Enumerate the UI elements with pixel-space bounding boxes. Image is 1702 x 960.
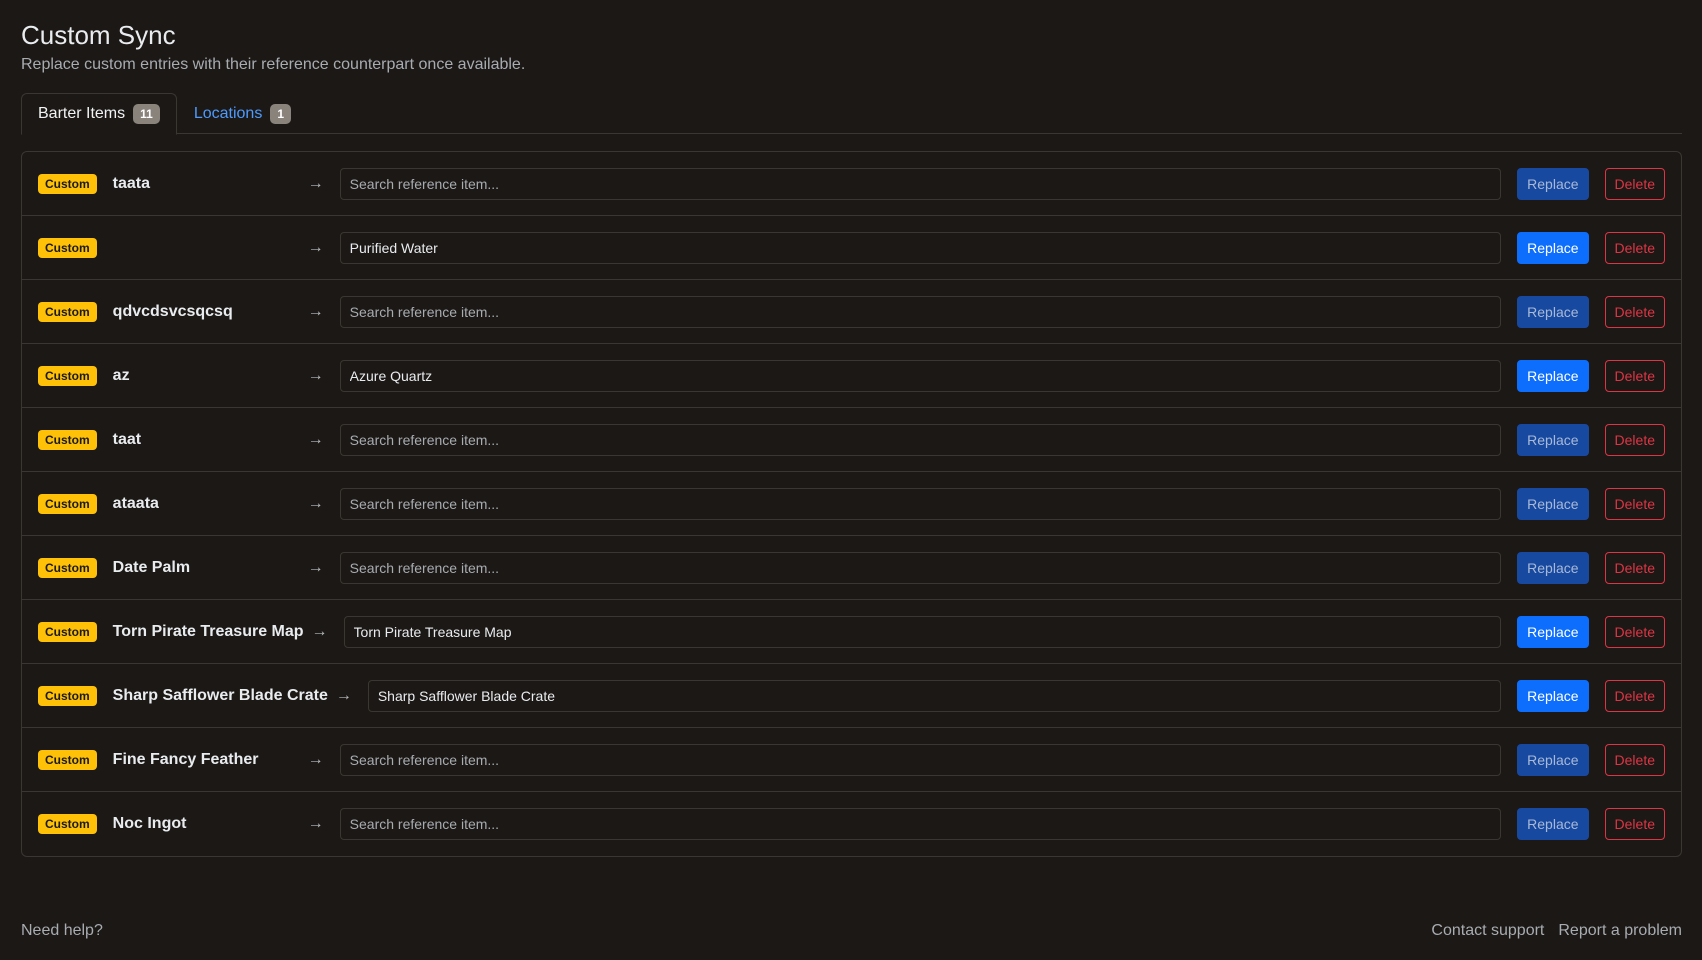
- custom-badge: Custom: [38, 173, 97, 194]
- custom-badge: Custom: [38, 621, 97, 642]
- tab-locations[interactable]: Locations 1: [177, 93, 308, 134]
- list-item: Custom Date Palm → Replace Delete: [22, 536, 1681, 600]
- reference-search-input[interactable]: [339, 231, 1502, 264]
- reference-search-input[interactable]: [339, 295, 1502, 328]
- reference-search-input[interactable]: [339, 487, 1502, 520]
- list-item: Custom taat → Replace Delete: [22, 408, 1681, 472]
- replace-button[interactable]: Replace: [1517, 743, 1589, 776]
- arrow-right-icon: →: [307, 238, 324, 256]
- list-item: Custom Noc Ingot → Replace Delete: [22, 792, 1681, 856]
- reference-search-input[interactable]: [367, 679, 1502, 712]
- reference-search-input[interactable]: [339, 808, 1502, 840]
- reference-search-input[interactable]: [339, 359, 1502, 392]
- item-name: Noc Ingot: [112, 815, 187, 832]
- arrow-right-icon: →: [307, 494, 324, 512]
- custom-badge: Custom: [38, 429, 97, 450]
- list-item: Custom Fine Fancy Feather → Replace Delete: [22, 728, 1681, 792]
- item-name: Torn Pirate Treasure Map: [112, 622, 304, 640]
- custom-badge: Custom: [38, 237, 97, 258]
- delete-button[interactable]: Delete: [1604, 615, 1665, 648]
- tab-label: Barter Items: [38, 105, 126, 122]
- item-name: taat: [112, 430, 142, 448]
- contact-support-link[interactable]: Contact support: [1431, 922, 1544, 940]
- replace-button[interactable]: Replace: [1517, 808, 1589, 840]
- tab-count-badge: 1: [270, 103, 292, 124]
- list-item: Custom taata → Replace Delete: [22, 152, 1681, 216]
- delete-button[interactable]: Delete: [1604, 808, 1665, 840]
- delete-button[interactable]: Delete: [1604, 359, 1665, 392]
- replace-button[interactable]: Replace: [1517, 615, 1589, 648]
- list-item: Custom → Replace Delete: [22, 216, 1681, 280]
- item-name: taata: [112, 174, 151, 192]
- replace-button[interactable]: Replace: [1517, 167, 1589, 200]
- delete-button[interactable]: Delete: [1604, 679, 1665, 712]
- item-name: Date Palm: [112, 558, 191, 576]
- replace-button[interactable]: Replace: [1517, 295, 1589, 328]
- report-problem-link[interactable]: Report a problem: [1558, 922, 1682, 940]
- delete-button[interactable]: Delete: [1604, 295, 1665, 328]
- reference-search-input[interactable]: [343, 615, 1502, 648]
- arrow-right-icon: →: [335, 686, 352, 704]
- tab-barter-items[interactable]: Barter Items 11: [21, 93, 177, 135]
- custom-badge: Custom: [38, 493, 97, 514]
- delete-button[interactable]: Delete: [1604, 743, 1665, 776]
- arrow-right-icon: →: [307, 174, 324, 192]
- custom-badge: Custom: [38, 301, 97, 322]
- arrow-right-icon: →: [307, 366, 324, 384]
- list-item: Custom ataata → Replace Delete: [22, 472, 1681, 536]
- item-name: qdvcdsvcsqcsq: [112, 302, 233, 320]
- arrow-right-icon: →: [307, 430, 324, 448]
- custom-badge: Custom: [38, 365, 97, 386]
- delete-button[interactable]: Delete: [1604, 551, 1665, 584]
- custom-badge: Custom: [38, 749, 97, 770]
- list-item: Custom Sharp Safflower Blade Crate → Replac…: [22, 664, 1681, 728]
- item-name: ataata: [112, 494, 159, 512]
- footer-links: Contact support Report a problem: [1431, 922, 1682, 940]
- replace-button[interactable]: Replace: [1517, 551, 1589, 584]
- item-name: Fine Fancy Feather: [112, 750, 259, 768]
- delete-button[interactable]: Delete: [1604, 423, 1665, 456]
- arrow-right-icon: →: [307, 750, 324, 768]
- reference-search-input[interactable]: [339, 743, 1502, 776]
- page-title: Custom Sync: [21, 20, 176, 50]
- custom-items-list: Custom taata → Replace Delete Custom → Replace D…: [21, 151, 1682, 857]
- item-name: az: [112, 366, 130, 384]
- replace-button[interactable]: Replace: [1517, 423, 1589, 456]
- footer-help-text: Need help?: [21, 922, 103, 939]
- replace-button[interactable]: Replace: [1517, 359, 1589, 392]
- delete-button[interactable]: Delete: [1604, 231, 1665, 264]
- tab-label: Locations: [193, 104, 263, 122]
- reference-search-input[interactable]: [339, 167, 1502, 200]
- tab-count-badge: 11: [133, 104, 160, 124]
- arrow-right-icon: →: [311, 622, 328, 640]
- tab-bar: Barter Items 11 Locations 1: [21, 93, 1682, 135]
- list-item: Custom Torn Pirate Treasure Map → Replace De…: [22, 600, 1681, 664]
- replace-button[interactable]: Replace: [1517, 487, 1589, 520]
- custom-badge: Custom: [38, 557, 97, 578]
- page: Custom Sync Replace custom entries with …: [0, 0, 1702, 960]
- replace-button[interactable]: Replace: [1517, 679, 1589, 712]
- arrow-right-icon: →: [307, 815, 324, 832]
- list-item: Custom az → Replace Delete: [22, 344, 1681, 408]
- replace-button[interactable]: Replace: [1517, 231, 1589, 264]
- reference-search-input[interactable]: [339, 423, 1502, 456]
- delete-button[interactable]: Delete: [1604, 167, 1665, 200]
- delete-button[interactable]: Delete: [1604, 487, 1665, 520]
- list-item: Custom qdvcdsvcsqcsq → Replace Delete: [22, 280, 1681, 344]
- custom-badge: Custom: [38, 814, 97, 834]
- custom-badge: Custom: [38, 685, 97, 706]
- page-subtitle: Replace custom entries with their refere…: [21, 56, 526, 73]
- item-name: Sharp Safflower Blade Crate: [112, 686, 328, 704]
- arrow-right-icon: →: [307, 302, 324, 320]
- reference-search-input[interactable]: [339, 551, 1502, 584]
- arrow-right-icon: →: [307, 558, 324, 576]
